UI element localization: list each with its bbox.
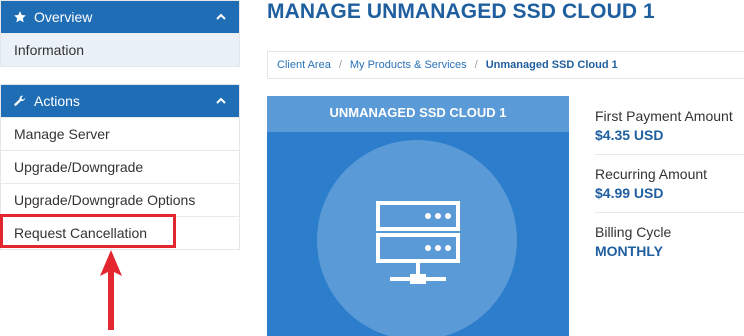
sidebar-item-upgrade-downgrade-options[interactable]: Upgrade/Downgrade Options — [1, 183, 239, 216]
breadcrumb-separator: / — [474, 59, 478, 71]
detail-value: $4.99 USD — [595, 185, 664, 201]
detail-recurring-amount: Recurring Amount $4.99 USD — [595, 166, 707, 201]
breadcrumb-client-area[interactable]: Client Area — [277, 59, 331, 71]
highlight-annotation-box — [0, 214, 176, 248]
product-card: UNMANAGED SSD CLOUD 1 — [267, 96, 569, 336]
actions-panel-title: Actions — [34, 93, 80, 109]
breadcrumb-separator: / — [338, 59, 342, 71]
detail-first-payment: First Payment Amount $4.35 USD — [595, 108, 733, 143]
detail-label: First Payment Amount — [595, 108, 733, 124]
breadcrumb: Client Area / My Products & Services / U… — [267, 51, 744, 79]
detail-billing-cycle: Billing Cycle MONTHLY — [595, 224, 671, 259]
detail-divider — [595, 154, 744, 155]
annotation-arrow-icon — [100, 250, 122, 330]
overview-panel-header[interactable]: Overview — [1, 1, 239, 33]
page-title: MANAGE UNMANAGED SSD CLOUD 1 — [267, 0, 655, 23]
overview-panel: Overview Information — [0, 0, 240, 67]
actions-panel-header[interactable]: Actions — [1, 85, 239, 117]
chevron-up-icon[interactable] — [215, 95, 227, 107]
detail-value: MONTHLY — [595, 243, 663, 259]
breadcrumb-my-products[interactable]: My Products & Services — [350, 59, 467, 71]
breadcrumb-current: Unmanaged SSD Cloud 1 — [485, 59, 618, 71]
sidebar-item-information[interactable]: Information — [1, 33, 239, 66]
star-icon — [13, 10, 27, 24]
overview-panel-title: Overview — [34, 9, 93, 25]
detail-label: Billing Cycle — [595, 224, 672, 240]
server-icon — [376, 201, 460, 284]
detail-divider — [595, 212, 744, 213]
product-name: UNMANAGED SSD CLOUD 1 — [267, 96, 569, 132]
wrench-icon — [13, 94, 27, 108]
detail-value: $4.35 USD — [595, 127, 664, 143]
detail-label: Recurring Amount — [595, 166, 708, 182]
sidebar-item-manage-server[interactable]: Manage Server — [1, 117, 239, 150]
chevron-up-icon[interactable] — [215, 11, 227, 23]
sidebar-item-upgrade-downgrade[interactable]: Upgrade/Downgrade — [1, 150, 239, 183]
